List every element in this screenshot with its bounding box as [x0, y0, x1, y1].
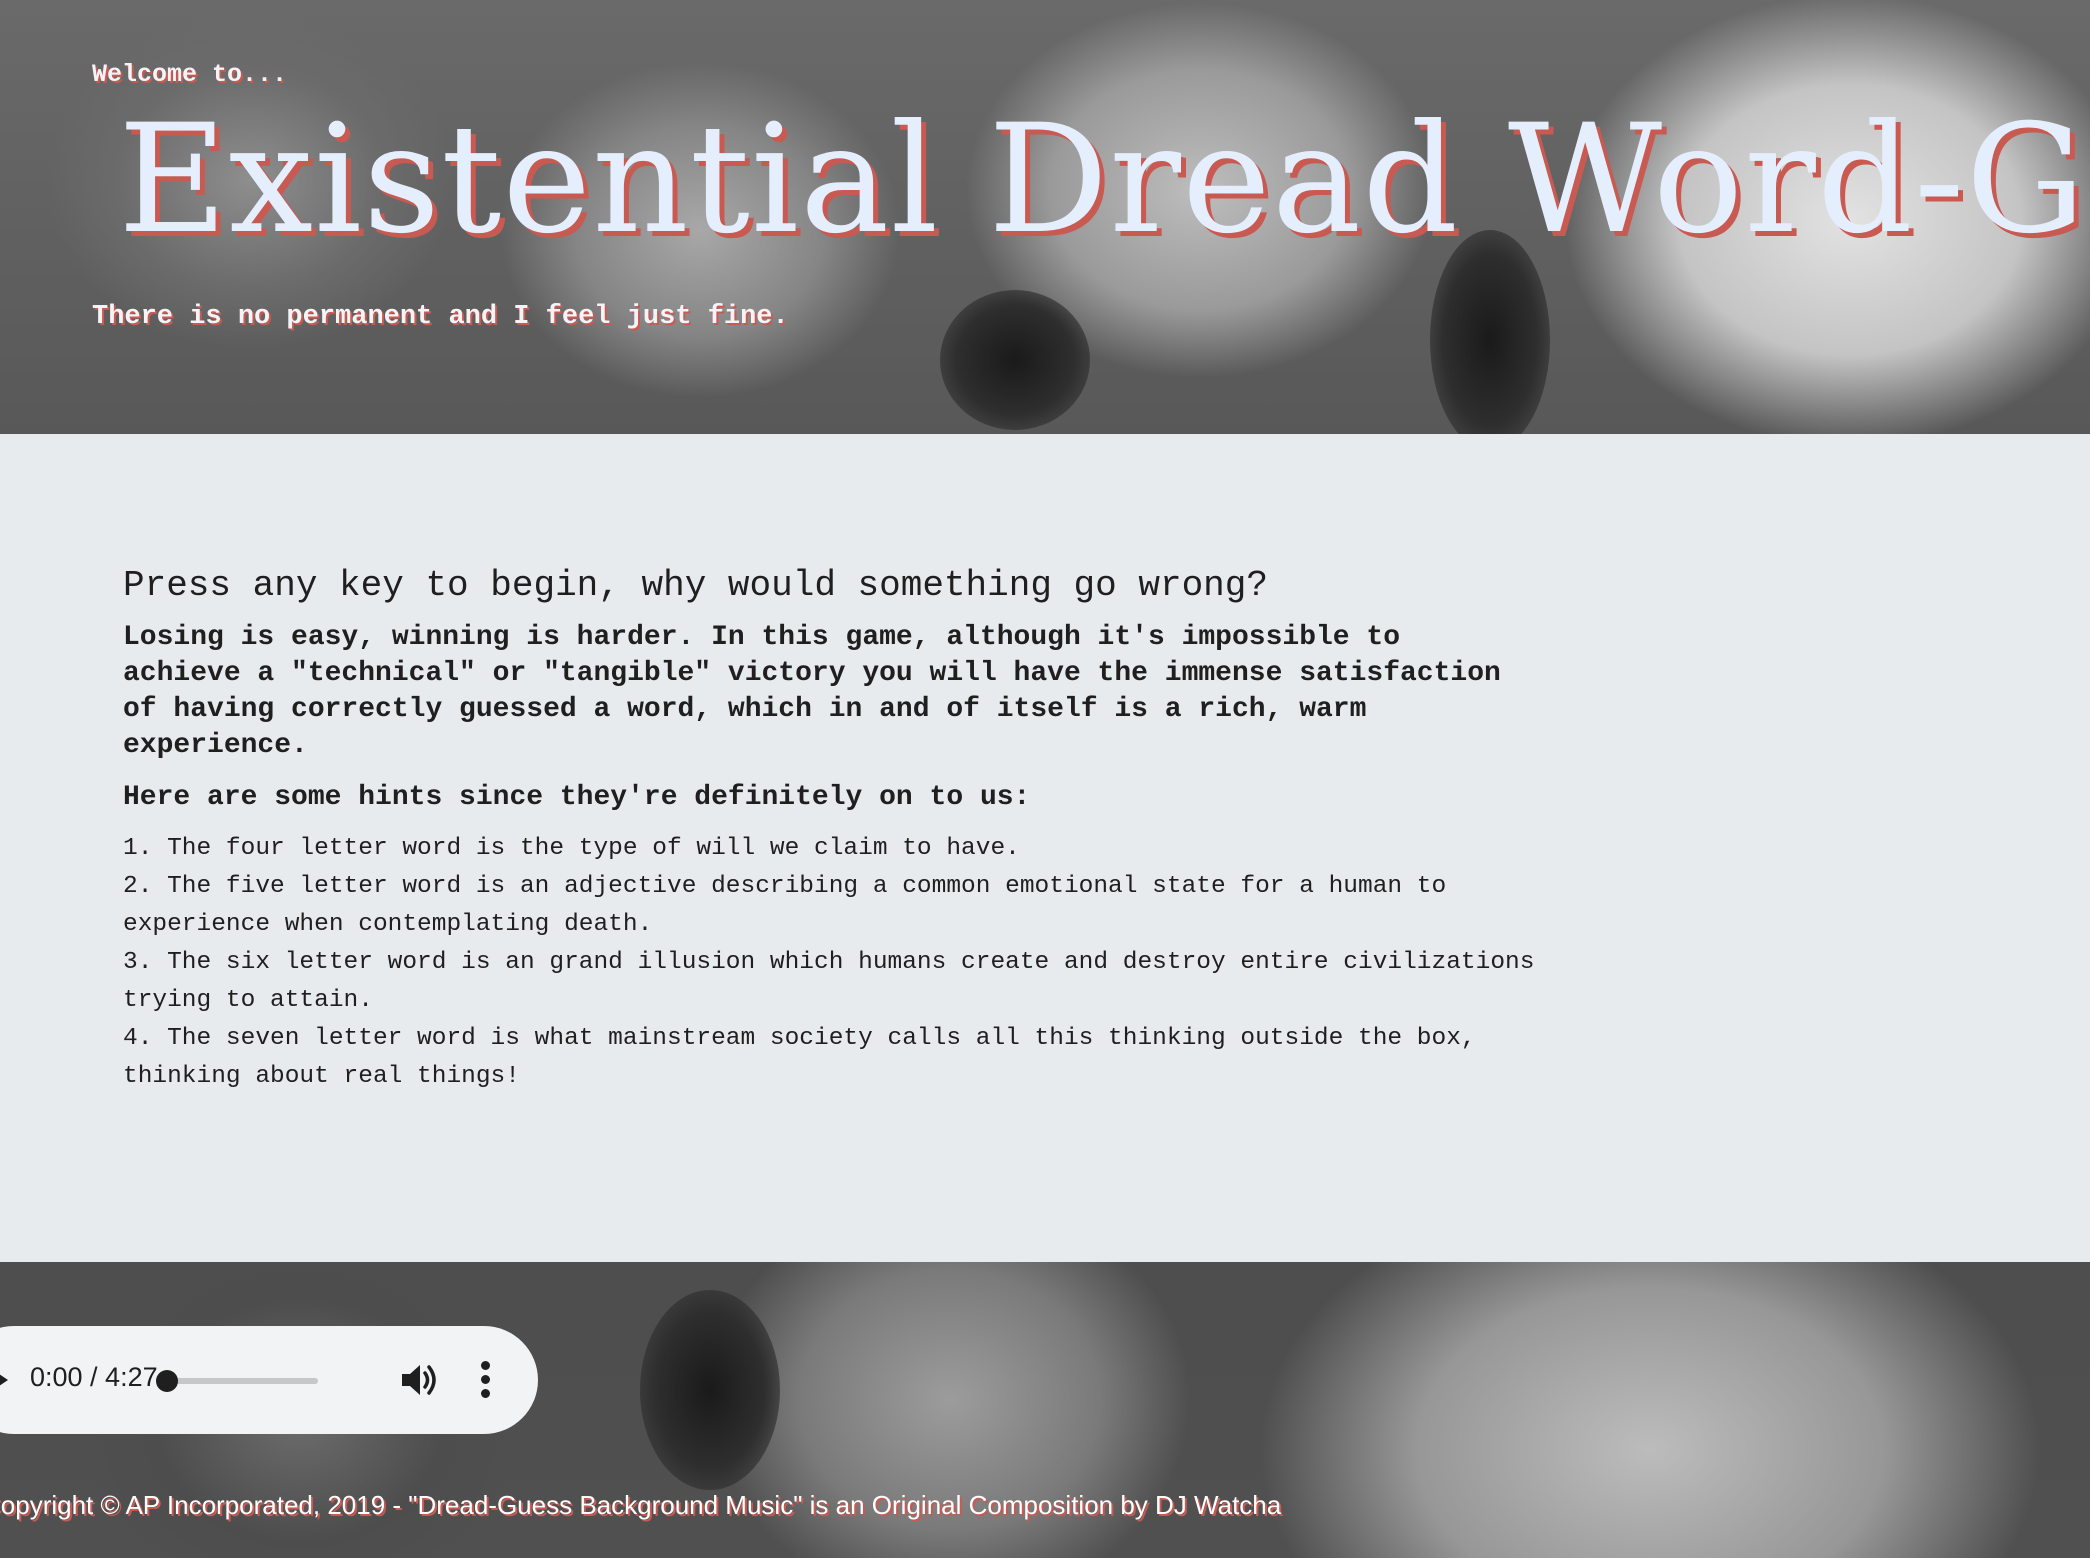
seek-slider[interactable]: [166, 1378, 318, 1384]
start-prompt: Press any key to begin, why would someth…: [123, 565, 1268, 606]
tagline: There is no permanent and I feel just fi…: [92, 302, 789, 332]
more-vert-icon[interactable]: [480, 1360, 490, 1400]
page: Welcome to... Existential Dread Word-Gue…: [0, 0, 2090, 1558]
hints-heading: Here are some hints since they're defini…: [123, 782, 1031, 813]
hint-item: 2. The five letter word is an adjective …: [123, 873, 1447, 938]
footer-copyright: Copyright © AP Incorporated, 2019 - "Dre…: [0, 1490, 1282, 1520]
time-display: 0:00 / 4:27: [30, 1362, 158, 1392]
hint-item: 3. The six letter word is an grand illus…: [123, 949, 1535, 1014]
header: Welcome to... Existential Dread Word-Gue…: [0, 0, 2090, 434]
audio-player: 0:00 / 4:27: [0, 1326, 538, 1434]
hints-list: 1. The four letter word is the type of w…: [123, 830, 1593, 1096]
intro-text: Losing is easy, winning is harder. In th…: [123, 622, 1501, 761]
welcome-text: Welcome to...: [92, 60, 288, 89]
hint-item: 4. The seven letter word is what mainstr…: [123, 1025, 1476, 1090]
skull-eye-socket: [640, 1290, 780, 1490]
hint-item: 1. The four letter word is the type of w…: [123, 835, 1020, 862]
page-title: Existential Dread Word-Guess: [118, 93, 2090, 267]
play-icon[interactable]: [0, 1368, 8, 1392]
seek-thumb[interactable]: [156, 1370, 178, 1392]
main-panel: Press any key to begin, why would someth…: [0, 434, 2090, 1262]
volume-icon[interactable]: [400, 1360, 442, 1400]
game-instructions: Press any key to begin, why would someth…: [123, 564, 1583, 1096]
